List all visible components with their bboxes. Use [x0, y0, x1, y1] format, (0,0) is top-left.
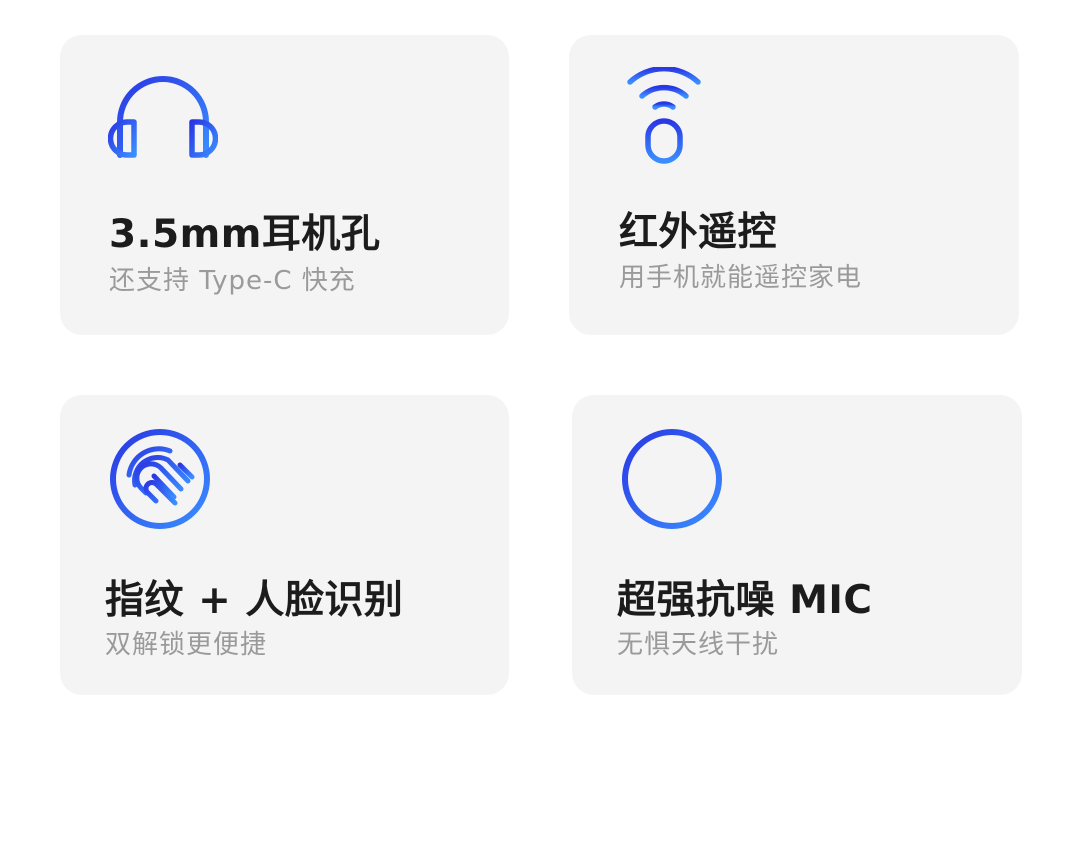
infrared-remote-icon	[627, 67, 701, 164]
feature-subtitle: 还支持 Type-C 快充	[109, 266, 356, 296]
feature-title: 超强抗噪 MIC	[617, 578, 873, 623]
microphone-waveform-icon	[622, 429, 722, 529]
feature-card-noise-cancelling-mic: 超强抗噪 MIC 无惧天线干扰	[572, 395, 1022, 695]
feature-title: 红外遥控	[619, 210, 778, 255]
feature-subtitle: 双解锁更便捷	[105, 630, 268, 660]
headphones-icon	[108, 76, 218, 158]
feature-subtitle: 无惧天线干扰	[617, 630, 780, 660]
feature-card-headphone-jack: 3.5mm耳机孔 还支持 Type-C 快充	[60, 35, 509, 335]
feature-card-fingerprint-face: 指纹 + 人脸识别 双解锁更便捷	[60, 395, 509, 695]
fingerprint-icon	[110, 429, 210, 529]
feature-card-infrared-remote: 红外遥控 用手机就能遥控家电	[569, 35, 1019, 335]
feature-title: 指纹 + 人脸识别	[105, 578, 404, 623]
feature-subtitle: 用手机就能遥控家电	[619, 263, 863, 293]
feature-title: 3.5mm耳机孔	[109, 212, 381, 257]
